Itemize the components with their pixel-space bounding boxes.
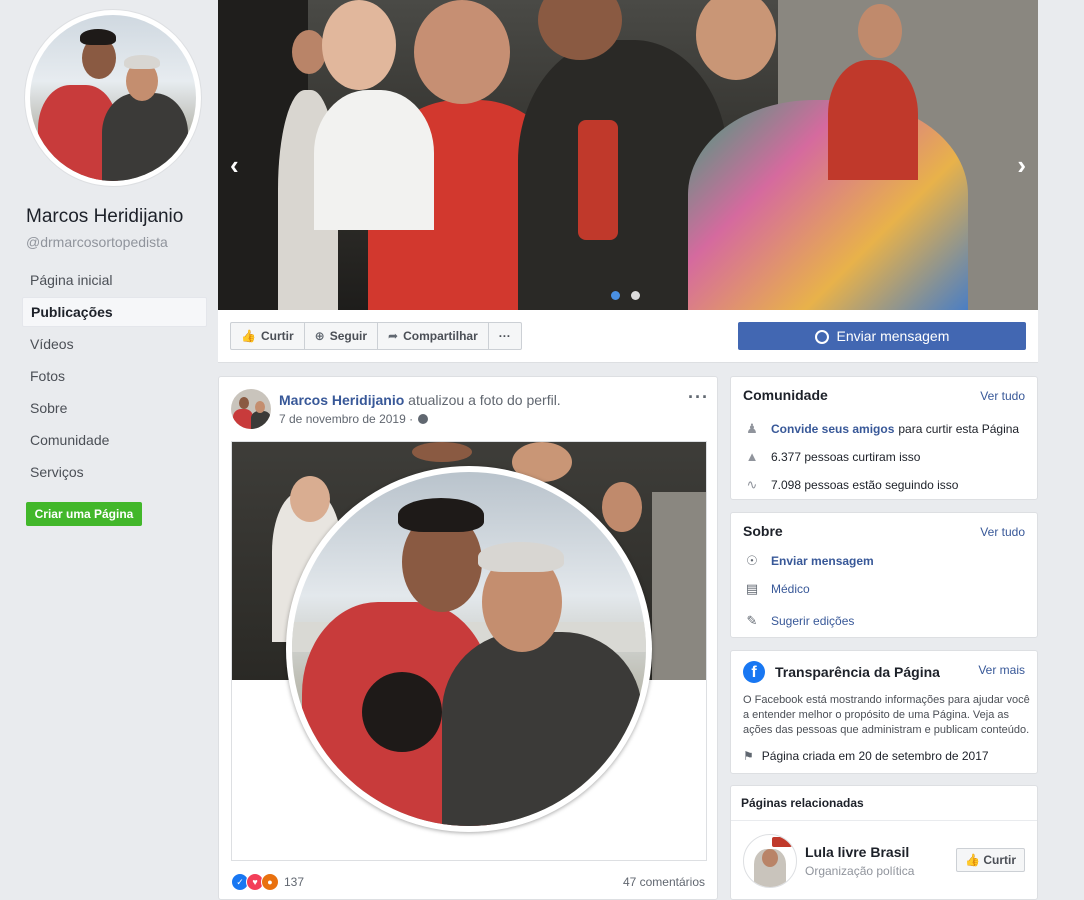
thumbs-up-icon: ▲ <box>745 449 759 464</box>
follow-label: Seguir <box>329 329 368 343</box>
nav-item-services[interactable]: Serviços <box>22 457 207 487</box>
transparency-description: O Facebook está mostrando informações pa… <box>743 694 1030 736</box>
nav-item-videos[interactable]: Vídeos <box>22 329 207 359</box>
related-pages-title: Páginas relacionadas <box>741 796 864 810</box>
angry-reaction-icon: ● <box>261 873 279 891</box>
related-like-label: Curtir <box>983 853 1016 867</box>
post-card: Marcos Heridijanio atualizou a foto do p… <box>218 376 718 900</box>
people-icon: ♟ <box>746 421 758 436</box>
category-tag-icon: ▤ <box>745 581 759 596</box>
messenger-icon: ☉ <box>746 553 758 568</box>
left-sidebar: Marcos Heridijanio @drmarcosortopedista … <box>0 0 218 900</box>
carousel-dot[interactable] <box>611 291 620 300</box>
reaction-count[interactable]: 137 <box>284 875 304 889</box>
post-timestamp: 7 de novembro de 2019 · <box>279 412 429 426</box>
nav-item-community[interactable]: Comunidade <box>22 425 207 455</box>
post-date-text[interactable]: 7 de novembro de 2019 · <box>279 412 413 426</box>
profile-photo-image <box>292 472 646 826</box>
profile-picture[interactable] <box>25 10 201 186</box>
category-link[interactable]: Médico <box>771 582 810 596</box>
facebook-logo-icon: f <box>743 661 765 683</box>
thumbs-up-icon: 👍 <box>965 853 980 867</box>
page-title[interactable]: Marcos Heridijanio <box>26 206 183 228</box>
globe-icon <box>418 414 429 424</box>
invite-friends-link[interactable]: Convide seus amigos <box>771 422 894 436</box>
about-message-row: ☉ Enviar mensagem <box>743 553 878 569</box>
more-options-button[interactable]: ··· <box>489 323 521 349</box>
cover-photo[interactable]: ‹ › <box>218 0 1038 310</box>
followers-row: ∿ 7.098 pessoas estão seguindo isso <box>743 477 959 493</box>
follow-button[interactable]: ⊕ Seguir <box>305 323 379 349</box>
reaction-summary[interactable]: ✓ ♥ ● 137 <box>231 873 304 891</box>
thumbs-up-icon: 👍 <box>241 329 256 343</box>
category-row: ▤ Médico <box>743 581 810 597</box>
create-page-button[interactable]: Criar uma Página <box>26 502 142 526</box>
likes-row: ▲ 6.377 pessoas curtiram isso <box>743 449 921 465</box>
community-title: Comunidade <box>743 387 828 403</box>
suggest-edits-row: ✎ Sugerir edições <box>743 613 855 629</box>
about-see-all-link[interactable]: Ver tudo <box>980 525 1025 539</box>
post-options-icon[interactable]: ··· <box>688 387 709 408</box>
messenger-icon <box>814 330 829 344</box>
profile-photo-image <box>30 15 196 181</box>
like-label: Curtir <box>260 329 294 343</box>
nav-item-posts[interactable]: Publicações <box>22 297 207 327</box>
pencil-icon: ✎ <box>746 613 758 628</box>
nav-item-about[interactable]: Sobre <box>22 393 207 423</box>
post-author-name[interactable]: Marcos Heridijanio <box>279 392 404 408</box>
community-see-all-link[interactable]: Ver tudo <box>980 389 1025 403</box>
nav-item-photos[interactable]: Fotos <box>22 361 207 391</box>
suggest-edits-link[interactable]: Sugerir edições <box>771 614 854 628</box>
comment-count[interactable]: 47 comentários <box>623 875 705 889</box>
page-created-text: Página criada em 20 de setembro de 2017 <box>761 749 989 763</box>
related-pages-card: Páginas relacionadas Lula livre Brasil O… <box>730 785 1038 900</box>
share-arrow-icon: ➦ <box>388 329 399 343</box>
profile-picture-frame <box>286 466 652 832</box>
community-card: Comunidade Ver tudo ♟ Convide seus amigo… <box>730 376 1038 500</box>
transparency-see-more-link[interactable]: Ver mais <box>978 663 1025 677</box>
about-title: Sobre <box>743 523 783 539</box>
page-handle[interactable]: @drmarcosortopedista <box>26 234 168 250</box>
transparency-title: Transparência da Página <box>775 664 940 680</box>
nav-item-home[interactable]: Página inicial <box>22 265 207 295</box>
related-page-name[interactable]: Lula livre Brasil <box>805 844 909 860</box>
post-header: Marcos Heridijanio atualizou a foto do p… <box>279 392 561 408</box>
transparency-card: f Transparência da Página Ver mais O Fac… <box>730 650 1038 774</box>
rss-icon: ⊕ <box>314 329 325 343</box>
send-message-label: Enviar mensagem <box>836 328 950 344</box>
followers-count-text: 7.098 pessoas estão seguindo isso <box>771 478 959 492</box>
chevron-right-icon[interactable]: › <box>1017 150 1026 181</box>
chevron-left-icon[interactable]: ‹ <box>230 150 239 181</box>
share-label: Compartilhar <box>403 329 478 343</box>
rss-icon: ∿ <box>746 477 758 492</box>
post-action-text: atualizou a foto do perfil. <box>408 392 561 408</box>
page-nav: Página inicial Publicações Vídeos Fotos … <box>22 265 207 489</box>
related-page-category: Organização política <box>805 864 915 878</box>
more-label: ··· <box>498 329 511 343</box>
flag-icon: ⚑ <box>743 749 754 763</box>
divider <box>731 820 1037 821</box>
like-button[interactable]: 👍 Curtir <box>231 323 305 349</box>
post-photo[interactable] <box>231 441 707 861</box>
send-message-button[interactable]: Enviar mensagem <box>738 322 1026 350</box>
post-author-avatar[interactable] <box>231 389 271 429</box>
about-message-link[interactable]: Enviar mensagem <box>771 554 874 568</box>
related-page-like-button[interactable]: 👍 Curtir <box>956 848 1025 872</box>
page-action-bar: 👍 Curtir ⊕ Seguir ➦ Compartilhar ··· Env… <box>218 310 1038 363</box>
carousel-dot[interactable] <box>631 291 640 300</box>
about-card: Sobre Ver tudo ☉ Enviar mensagem ▤ Médic… <box>730 512 1038 638</box>
action-button-group: 👍 Curtir ⊕ Seguir ➦ Compartilhar ··· <box>230 322 522 350</box>
related-page-avatar[interactable] <box>743 834 797 888</box>
invite-friends-row: ♟ Convide seus amigos para curtir esta P… <box>743 421 1019 437</box>
invite-text: para curtir esta Página <box>898 422 1020 436</box>
page-created-row: ⚑ Página criada em 20 de setembro de 201… <box>743 749 989 763</box>
share-button[interactable]: ➦ Compartilhar <box>378 323 489 349</box>
likes-count-text: 6.377 pessoas curtiram isso <box>771 450 921 464</box>
